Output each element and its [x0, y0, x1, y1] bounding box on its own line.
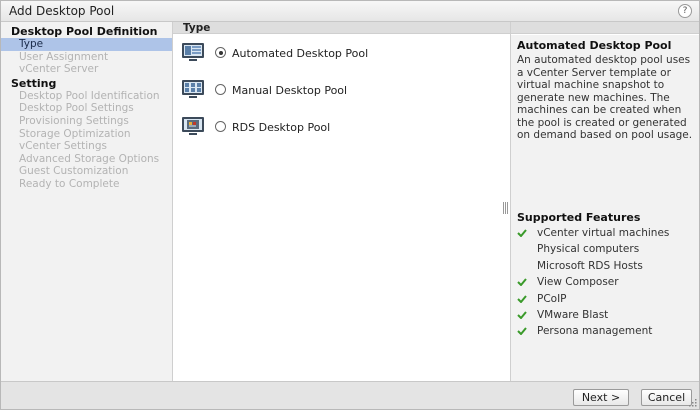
- feature-item: PCoIP: [517, 291, 699, 307]
- feature-label: Persona management: [537, 325, 653, 338]
- type-panel-header: Type: [173, 22, 510, 34]
- option-rds-pool[interactable]: RDS Desktop Pool: [181, 115, 481, 139]
- manual-pool-radio[interactable]: [215, 84, 226, 95]
- feature-item: VMware Blast: [517, 307, 699, 323]
- supported-features-list: vCenter virtual machines Physical comput…: [517, 225, 699, 340]
- dialog-titlebar: Add Desktop Pool ?: [1, 1, 699, 22]
- panel-splitter-handle[interactable]: [503, 202, 508, 214]
- nav-item-user-assignment: User Assignment: [19, 50, 109, 63]
- supported-features-title: Supported Features: [517, 211, 641, 224]
- automated-pool-label[interactable]: Automated Desktop Pool: [232, 47, 368, 60]
- cancel-button[interactable]: Cancel: [641, 389, 692, 406]
- resize-grip-icon[interactable]: [689, 399, 697, 407]
- nav-item-type[interactable]: Type: [1, 38, 172, 51]
- nav-item-storage-optimization: Storage Optimization: [19, 127, 131, 140]
- nav-item-guest-customization: Guest Customization: [19, 165, 129, 178]
- wizard-nav: Desktop Pool Definition Type User Assign…: [1, 22, 173, 381]
- manual-pool-label[interactable]: Manual Desktop Pool: [232, 84, 347, 97]
- rds-pool-label[interactable]: RDS Desktop Pool: [232, 121, 330, 134]
- feature-label: Physical computers: [537, 243, 640, 256]
- nav-item-pool-settings: Desktop Pool Settings: [19, 102, 134, 115]
- nav-section-setting: Setting: [11, 76, 57, 90]
- supported-features-area: Supported Features vCenter virtual machi…: [511, 211, 699, 381]
- details-panel: Automated Desktop Pool An automated desk…: [511, 22, 699, 381]
- nav-item-advanced-storage: Advanced Storage Options: [19, 152, 160, 165]
- nav-item-pool-identification: Desktop Pool Identification: [19, 89, 160, 102]
- option-automated-pool[interactable]: Automated Desktop Pool: [181, 41, 481, 65]
- next-button[interactable]: Next >: [573, 389, 629, 406]
- feature-item: vCenter virtual machines: [517, 225, 699, 241]
- feature-label: PCoIP: [537, 292, 567, 305]
- rds-pool-icon: [182, 117, 204, 135]
- check-icon: [517, 229, 527, 237]
- nav-item-vcenter-server: vCenter Server: [19, 63, 99, 76]
- check-icon: [517, 311, 527, 319]
- option-manual-pool[interactable]: Manual Desktop Pool: [181, 78, 481, 102]
- details-panel-header: [511, 22, 699, 34]
- nav-item-vcenter-settings: vCenter Settings: [19, 140, 107, 153]
- feature-item: Physical computers: [517, 241, 699, 257]
- feature-label: vCenter virtual machines: [537, 227, 670, 239]
- nav-section-pool-definition: Desktop Pool Definition: [11, 25, 158, 38]
- add-desktop-pool-dialog: Add Desktop Pool ? Desktop Pool Definiti…: [0, 0, 700, 410]
- dialog-title: Add Desktop Pool: [9, 4, 115, 18]
- help-icon[interactable]: ?: [678, 4, 692, 18]
- pool-description-text: An automated desktop pool uses a vCenter…: [517, 54, 693, 141]
- type-panel: Type Automated Desktop Pool Manual Deskt…: [173, 22, 511, 381]
- rds-pool-radio[interactable]: [215, 121, 226, 132]
- dialog-footer: Next > Cancel: [1, 381, 699, 409]
- nav-item-ready-to-complete: Ready to Complete: [19, 177, 120, 190]
- manual-pool-icon: [182, 80, 204, 98]
- nav-item-provisioning-settings: Provisioning Settings: [19, 114, 129, 127]
- feature-item: Microsoft RDS Hosts: [517, 258, 699, 274]
- check-icon: [517, 294, 527, 303]
- automated-pool-radio[interactable]: [215, 47, 226, 58]
- check-icon: [517, 278, 527, 287]
- pool-description-area: Automated Desktop Pool An automated desk…: [511, 35, 699, 211]
- feature-label: Microsoft RDS Hosts: [537, 259, 643, 272]
- feature-label: View Composer: [537, 276, 619, 289]
- check-icon: [517, 327, 527, 336]
- pool-description-title: Automated Desktop Pool: [517, 39, 672, 52]
- feature-item: Persona management: [517, 323, 699, 339]
- automated-pool-icon: [182, 43, 204, 61]
- feature-label: VMware Blast: [537, 308, 609, 321]
- feature-item: View Composer: [517, 274, 699, 290]
